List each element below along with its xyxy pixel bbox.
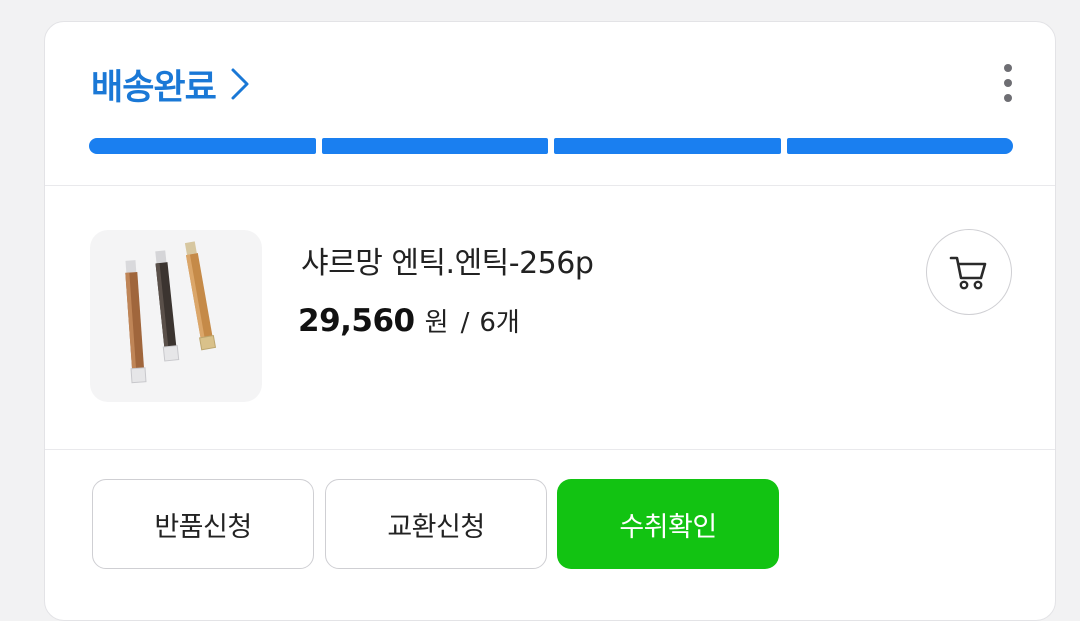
cart-icon (949, 256, 987, 290)
price-row: 29,560 원 / 6개 (298, 302, 520, 339)
exchange-request-button[interactable]: 교환신청 (325, 479, 547, 569)
product-price: 29,560 (298, 303, 415, 339)
curtain-rod-product-image (125, 241, 217, 384)
product-name[interactable]: 샤르망 엔틱.엔틱-256p (301, 238, 594, 282)
currency-unit: 원 (424, 308, 449, 338)
price-quantity-separator: / (460, 308, 470, 338)
chevron-right-icon (231, 68, 249, 100)
add-to-cart-button[interactable] (926, 229, 1012, 315)
progress-segment (89, 138, 316, 154)
more-vertical-icon[interactable] (997, 62, 1019, 104)
product-thumbnail[interactable] (90, 230, 262, 402)
confirm-receipt-button[interactable]: 수취확인 (557, 479, 779, 569)
order-status-link[interactable]: 배송완료 (91, 60, 252, 108)
progress-segment (321, 138, 548, 154)
order-card: 배송완료 샤르망 엔틱.엔틱-256p 29,560 원 / 6개 반품신청 교… (44, 21, 1056, 621)
progress-segment (786, 138, 1013, 154)
product-quantity: 6개 (479, 308, 520, 338)
divider (45, 185, 1055, 186)
divider (45, 449, 1055, 450)
delivery-progress-bar (89, 138, 1013, 154)
progress-segment (554, 138, 781, 154)
return-request-button[interactable]: 반품신청 (92, 479, 314, 569)
order-status-label: 배송완료 (91, 67, 217, 108)
